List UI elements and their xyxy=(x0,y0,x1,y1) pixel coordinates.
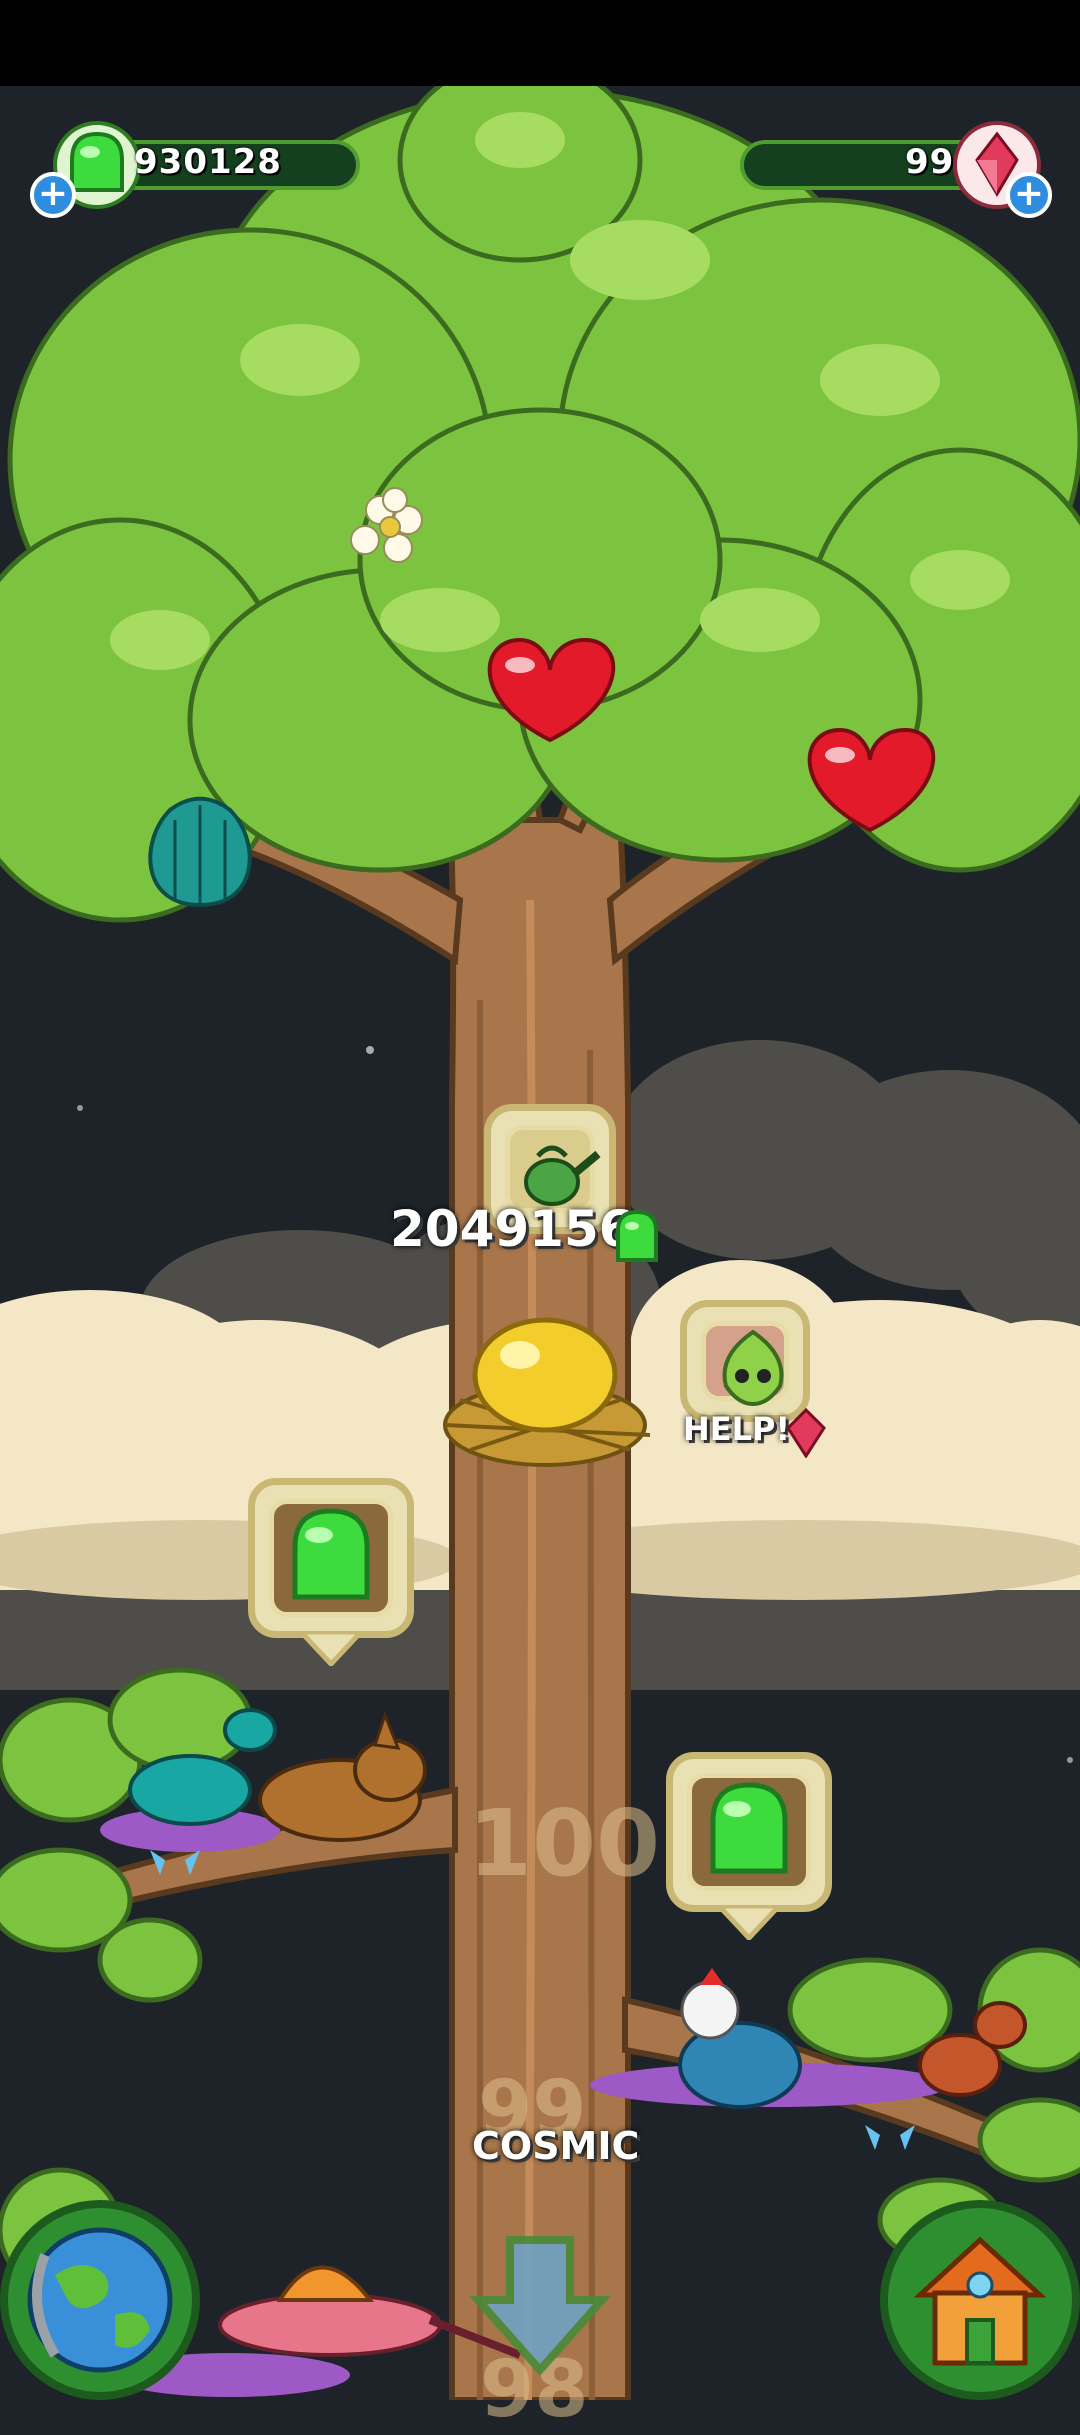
jelly-icon xyxy=(292,1508,370,1600)
scroll-down-button[interactable] xyxy=(469,2230,611,2380)
add-jelly-plus-icon[interactable]: + xyxy=(30,172,76,218)
add-gem-plus-icon[interactable]: + xyxy=(1006,172,1052,218)
gem-counter[interactable]: 99 + xyxy=(730,120,1060,220)
leaf-helper-icon xyxy=(722,1329,784,1406)
gem-count: 99 xyxy=(905,142,955,182)
status-bar xyxy=(0,0,1080,86)
jelly-count: 930128 xyxy=(134,142,282,182)
globe-button[interactable] xyxy=(0,2200,200,2400)
down-arrow-icon xyxy=(469,2236,611,2377)
shell-fruit-icon xyxy=(148,796,252,908)
house-icon xyxy=(913,2236,1047,2366)
jelly-counter[interactable]: 930128 + xyxy=(30,120,360,220)
gem-icon xyxy=(786,1408,826,1458)
home-button[interactable] xyxy=(880,2200,1080,2400)
help-button[interactable] xyxy=(680,1300,810,1422)
collect-jelly-bubble[interactable] xyxy=(248,1478,414,1668)
jelly-icon xyxy=(616,1209,658,1262)
collect-jelly-bubble[interactable] xyxy=(666,1752,832,1942)
level-99-name: COSMIC xyxy=(472,2124,640,2168)
globe-icon xyxy=(27,2227,173,2373)
level-100-label: 100 xyxy=(468,1790,661,1897)
help-label: HELP! xyxy=(683,1410,791,1448)
watering-amount: 2049156 xyxy=(390,1200,634,1258)
jelly-icon xyxy=(710,1782,788,1874)
